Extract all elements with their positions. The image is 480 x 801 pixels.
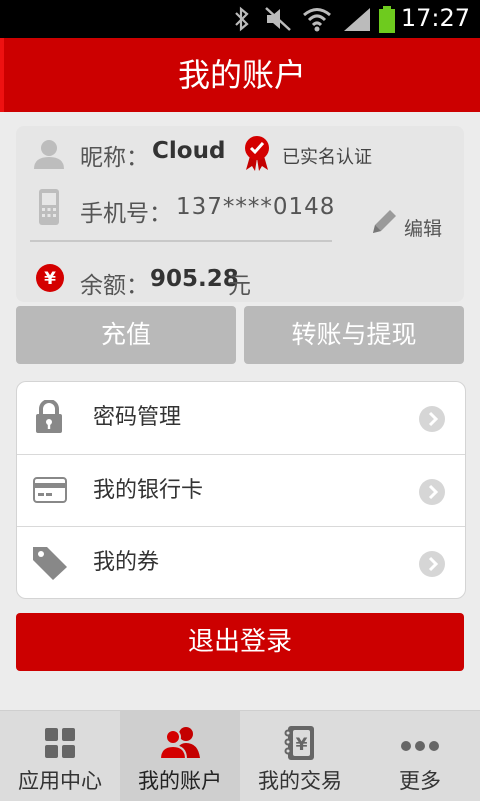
verified-badge-icon [242, 134, 272, 176]
user-avatar-icon [32, 138, 66, 174]
more-dots-icon [400, 737, 440, 756]
battery-icon [378, 6, 396, 38]
balance-unit: 元 [228, 273, 251, 299]
tab-app-center[interactable]: 应用中心 [0, 711, 120, 801]
currency-icon: ¥ [36, 264, 64, 296]
bottom-tab-bar: 应用中心 我的账户 ¥ 我的交易 更多 [0, 710, 480, 801]
balance-label: 余额： [80, 273, 149, 299]
page-title: 我的账户 [177, 56, 306, 94]
account-menu: 密码管理 我的银行卡 我的券 [16, 381, 466, 599]
lock-icon [35, 399, 63, 438]
nickname-value: Cloud [152, 138, 226, 164]
bank-card-icon [33, 477, 67, 507]
phone-icon [38, 188, 60, 230]
menu-item-label: 我的券 [93, 550, 160, 575]
verified-label: 已实名认证 [282, 147, 372, 168]
menu-item-label: 我的银行卡 [93, 478, 204, 503]
users-icon [158, 725, 202, 763]
transfer-withdraw-button[interactable]: 转账与提现 [244, 306, 464, 364]
chevron-right-icon [419, 551, 445, 577]
ledger-icon: ¥ [284, 725, 316, 765]
menu-item-coupons[interactable]: 我的券 [17, 527, 465, 599]
app-grid-icon [44, 727, 76, 763]
tab-label: 更多 [399, 769, 441, 793]
tab-label: 我的交易 [258, 769, 342, 793]
coupon-tag-icon [31, 543, 69, 585]
mute-icon [264, 6, 292, 36]
tab-label: 我的账户 [138, 769, 222, 793]
chevron-right-icon [419, 406, 445, 432]
pencil-icon [373, 210, 396, 233]
balance-value: 905.28 [150, 266, 239, 292]
menu-item-label: 密码管理 [93, 405, 182, 430]
chevron-right-icon [419, 479, 445, 505]
svg-text:¥: ¥ [296, 735, 308, 755]
app-header: 我的账户 [0, 38, 480, 112]
tab-label: 应用中心 [18, 769, 102, 793]
logout-button[interactable]: 退出登录 [16, 613, 464, 671]
menu-item-password[interactable]: 密码管理 [17, 382, 465, 454]
bluetooth-icon [232, 6, 252, 36]
tab-more[interactable]: 更多 [360, 711, 480, 801]
edit-label: 编辑 [404, 218, 443, 240]
edit-button[interactable]: 编辑 [370, 206, 442, 240]
signal-icon [342, 6, 372, 36]
tab-my-account[interactable]: 我的账户 [120, 711, 240, 801]
tab-my-transactions[interactable]: ¥ 我的交易 [240, 711, 360, 801]
menu-item-bank-cards[interactable]: 我的银行卡 [17, 455, 465, 527]
status-bar: 17:27 [0, 0, 480, 38]
profile-card: 昵称： Cloud 已实名认证 手机号： 137****0148 编辑 ¥ 余额… [16, 126, 464, 302]
nickname-label: 昵称： [80, 145, 149, 171]
divider [30, 240, 332, 242]
wifi-icon [302, 6, 332, 36]
phone-label: 手机号： [80, 201, 172, 227]
phone-value: 137****0148 [176, 194, 336, 220]
clock: 17:27 [400, 4, 470, 32]
svg-text:¥: ¥ [44, 269, 56, 289]
recharge-button[interactable]: 充值 [16, 306, 236, 364]
